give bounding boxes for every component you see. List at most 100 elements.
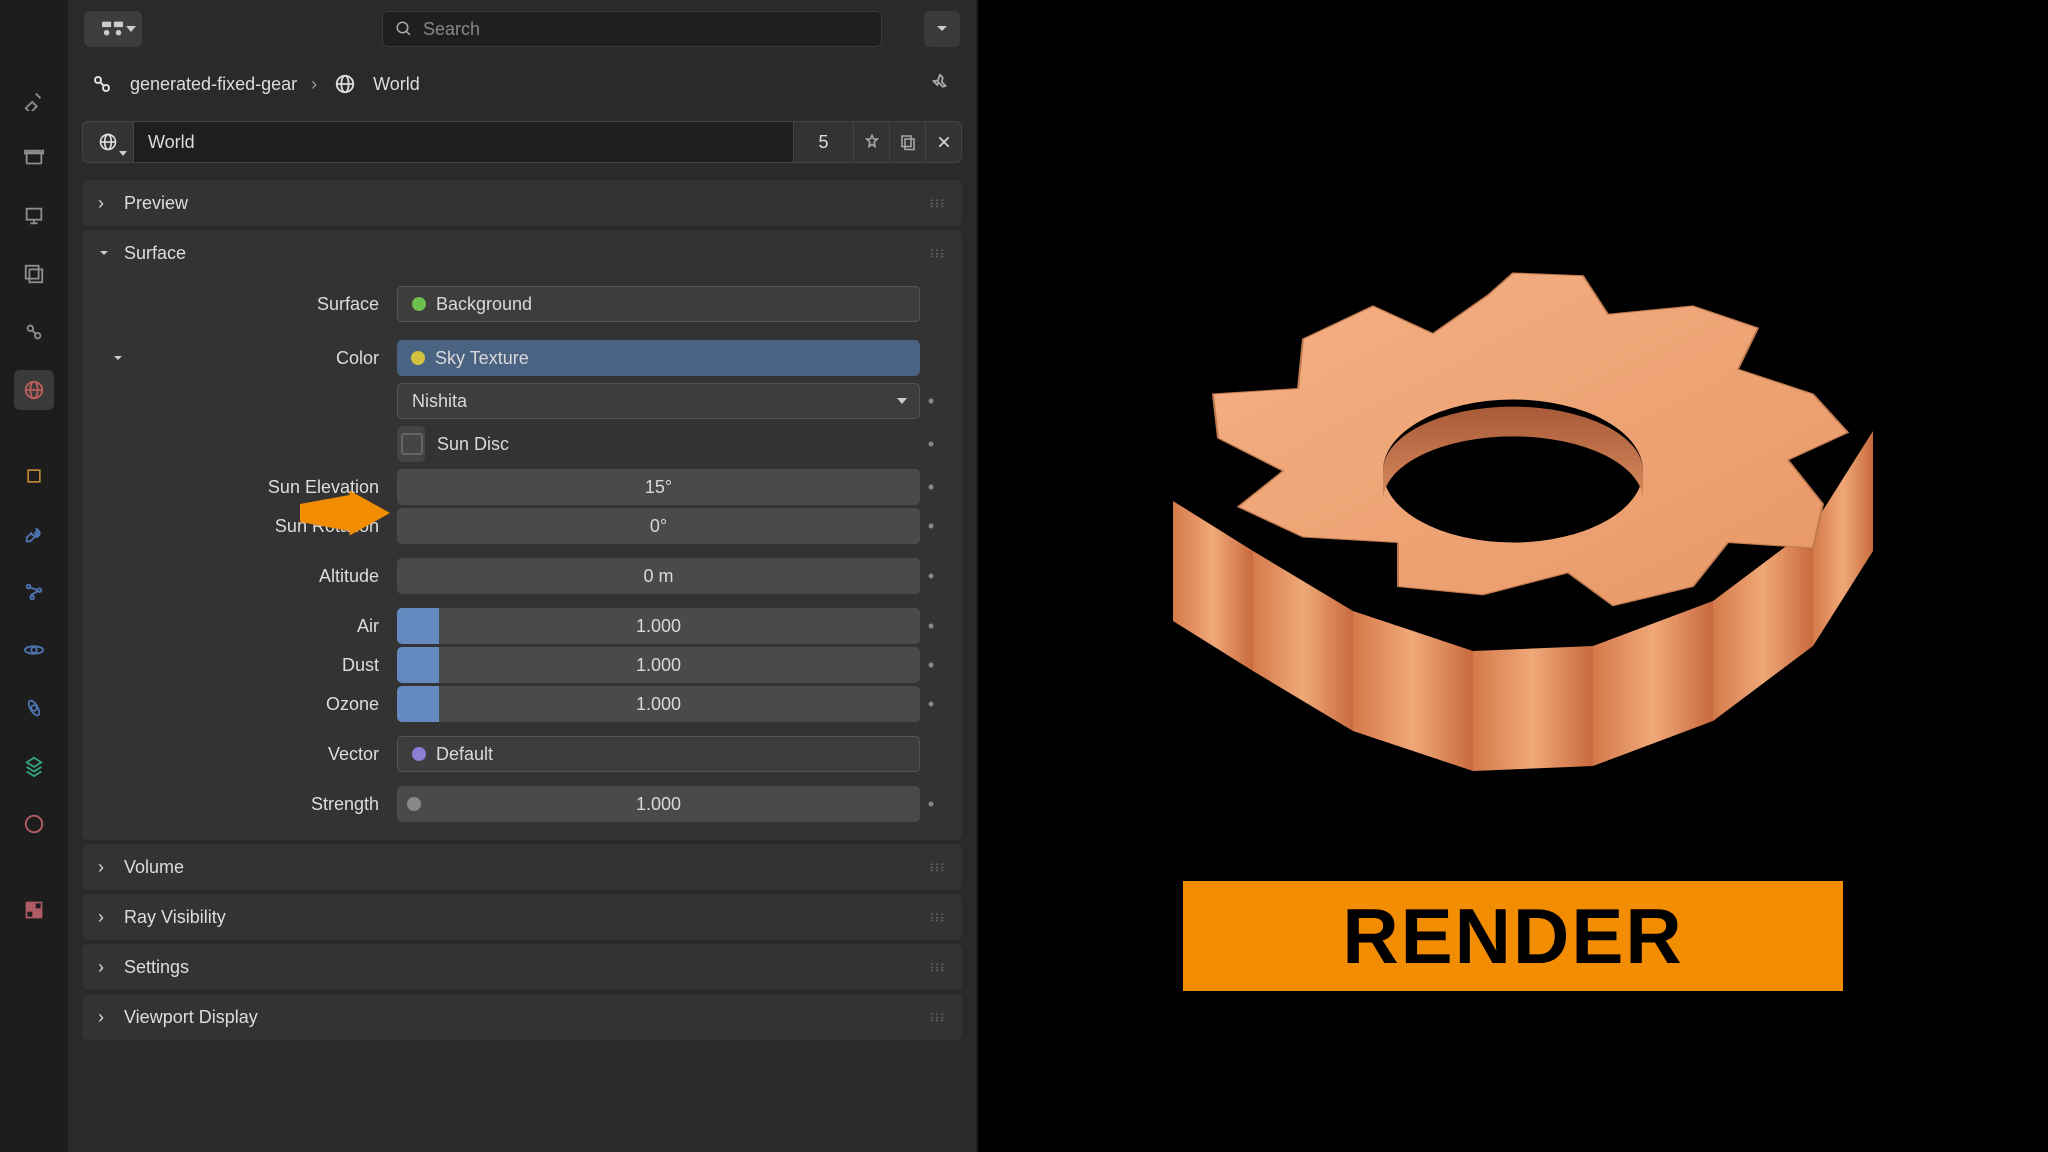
color-subpanel-toggle[interactable] [102,352,142,364]
chevron-right-icon: › [98,907,114,928]
animate-dot[interactable]: • [920,516,942,537]
world-users-count[interactable]: 5 [794,121,854,163]
render-preview-pane: RENDER [978,0,2048,1152]
render-label-banner: RENDER [1183,881,1843,991]
panel-viewport-display-title: Viewport Display [124,1007,258,1028]
sun-disc-checkbox[interactable] [397,426,425,462]
chevron-down-icon [98,247,114,259]
breadcrumb-separator: › [311,74,317,95]
gear-render-image [1088,161,1938,841]
search-field[interactable] [382,11,882,47]
color-label: Color [142,348,397,369]
surface-label: Surface [102,294,397,315]
panel-preview-header[interactable]: › Preview ፧፧፧ [82,180,962,226]
sun-elevation-field[interactable]: 15° [397,469,920,505]
vector-value: Default [436,744,493,765]
drag-handle-icon[interactable]: ፧፧፧ [930,909,946,926]
options-dropdown[interactable] [924,11,960,47]
drag-handle-icon[interactable]: ፧፧፧ [930,195,946,212]
header-bar [68,0,976,58]
air-slider[interactable]: 1.000 [397,608,920,644]
world-browse-button[interactable] [82,121,134,163]
strength-label: Strength [102,794,397,815]
tab-texture[interactable] [14,890,54,930]
altitude-label: Altitude [102,566,397,587]
panel-viewport-display-header[interactable]: › Viewport Display ፧፧፧ [82,994,962,1040]
pin-button[interactable] [924,68,956,100]
animate-dot[interactable]: • [920,616,942,637]
breadcrumb-scene[interactable]: generated-fixed-gear [130,74,297,95]
chevron-right-icon: › [98,857,114,878]
tab-viewlayer[interactable] [14,254,54,294]
tab-modifiers[interactable] [14,514,54,554]
color-node-dropdown[interactable]: Sky Texture [397,340,920,376]
panel-surface: Surface ፧፧፧ Surface Background Color [82,230,962,840]
tab-tool[interactable] [14,80,54,120]
vector-label: Vector [102,744,397,765]
tab-particles[interactable] [14,572,54,612]
drag-handle-icon[interactable]: ፧፧፧ [930,245,946,262]
chevron-right-icon: › [98,1007,114,1028]
tab-world[interactable] [14,370,54,410]
ozone-slider[interactable]: 1.000 [397,686,920,722]
dust-label: Dust [102,655,397,676]
panel-settings-header[interactable]: › Settings ፧፧፧ [82,944,962,990]
new-world-button[interactable] [890,121,926,163]
world-datablock-row: 5 [82,118,962,166]
panel-ray-visibility-title: Ray Visibility [124,907,226,928]
altitude-field[interactable]: 0 m [397,558,920,594]
editor-type-selector[interactable] [84,11,142,47]
animate-dot[interactable]: • [920,794,942,815]
value-dot-icon [407,797,421,811]
drag-handle-icon[interactable]: ፧፧፧ [930,859,946,876]
sun-rotation-field[interactable]: 0° [397,508,920,544]
panel-settings: › Settings ፧፧፧ [82,944,962,990]
animate-dot[interactable]: • [920,694,942,715]
panel-settings-title: Settings [124,957,189,978]
tab-output[interactable] [14,196,54,236]
panel-surface-header[interactable]: Surface ፧፧፧ [82,230,962,276]
panel-volume-title: Volume [124,857,184,878]
drag-handle-icon[interactable]: ፧፧፧ [930,959,946,976]
sun-disc-label: Sun Disc [437,434,509,455]
color-dot-icon [411,351,425,365]
tab-material[interactable] [14,804,54,844]
animate-dot[interactable]: • [920,477,942,498]
animate-dot[interactable]: • [920,566,942,587]
sky-model-value: Nishita [412,391,467,412]
drag-handle-icon[interactable]: ፧፧፧ [930,1009,946,1026]
search-icon [395,20,413,38]
strength-field[interactable]: 1.000 [397,786,920,822]
tab-render[interactable] [14,138,54,178]
breadcrumb: generated-fixed-gear › World [68,58,976,110]
vector-dropdown[interactable]: Default [397,736,920,772]
tab-scene[interactable] [14,312,54,352]
search-input[interactable] [423,19,869,40]
panel-preview-title: Preview [124,193,188,214]
panel-ray-visibility: › Ray Visibility ፧፧፧ [82,894,962,940]
breadcrumb-world[interactable]: World [373,74,420,95]
properties-tabs [0,0,68,1152]
ozone-label: Ozone [102,694,397,715]
sky-model-dropdown[interactable]: Nishita [397,383,920,419]
surface-shader-dropdown[interactable]: Background [397,286,920,322]
world-icon [331,70,359,98]
panel-ray-visibility-header[interactable]: › Ray Visibility ፧፧፧ [82,894,962,940]
panel-viewport-display: › Viewport Display ፧፧፧ [82,994,962,1040]
tab-constraints[interactable] [14,688,54,728]
dust-slider[interactable]: 1.000 [397,647,920,683]
animate-dot[interactable]: • [920,391,942,412]
air-label: Air [102,616,397,637]
panel-surface-title: Surface [124,243,186,264]
animate-dot[interactable]: • [920,434,942,455]
animate-dot[interactable]: • [920,655,942,676]
panel-volume-header[interactable]: › Volume ፧፧፧ [82,844,962,890]
tab-data[interactable] [14,746,54,786]
fake-user-button[interactable] [854,121,890,163]
unlink-world-button[interactable] [926,121,962,163]
shader-dot-icon [412,297,426,311]
tab-object[interactable] [14,456,54,496]
vector-dot-icon [412,747,426,761]
world-name-input[interactable] [134,121,794,163]
tab-physics[interactable] [14,630,54,670]
